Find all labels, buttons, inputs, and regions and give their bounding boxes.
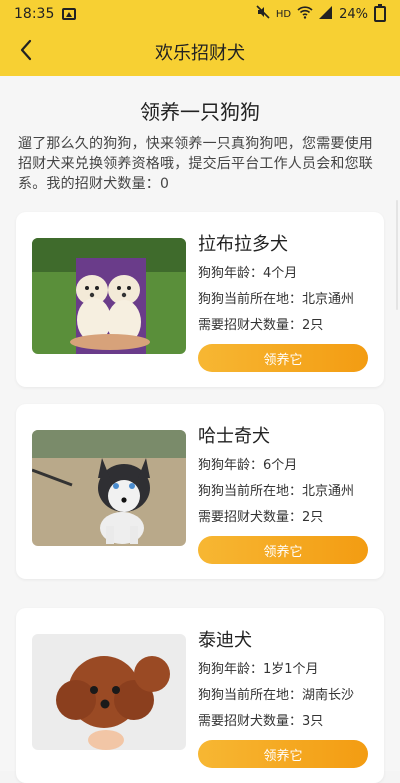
dog-location: 狗狗当前所在地：北京通州 xyxy=(198,292,355,307)
hd-label: HD xyxy=(275,8,292,20)
main-content[interactable]: 领养一只狗狗 遛了那么久的狗狗，快来领养一只真狗狗吧，您需要使用招财犬来兑换领养… xyxy=(0,76,400,783)
dog-required-count: 需要招财犬数量：2只 xyxy=(198,510,324,525)
dog-name: 拉布拉多犬 xyxy=(198,234,288,255)
mute-icon xyxy=(256,5,270,23)
dog-card-husky: 哈士奇犬 狗狗年龄：6个月 狗狗当前所在地：北京通州 需要招财犬数量：2只 领养… xyxy=(16,404,384,579)
nav-bar: 欢乐招财犬 xyxy=(0,28,400,76)
status-time: 18:35 xyxy=(14,6,55,22)
adopt-button-teddy[interactable]: 领养它 xyxy=(198,740,368,768)
dog-location: 狗狗当前所在地：湖南长沙 xyxy=(198,688,355,703)
dog-name: 哈士奇犬 xyxy=(198,426,270,447)
dog-name: 泰迪犬 xyxy=(198,630,252,651)
adopt-button-husky[interactable]: 领养它 xyxy=(198,536,368,564)
chevron-left-icon xyxy=(19,39,33,65)
intro-text: 遛了那么久的狗狗，快来领养一只真狗狗吧，您需要使用招财犬来兑换领养资格哦，提交后… xyxy=(18,136,373,192)
dog-photo-husky xyxy=(32,430,186,546)
status-left: 18:35 xyxy=(14,6,77,22)
status-bar: 18:35 HD 24% xyxy=(0,0,400,28)
section-heading: 领养一只狗狗 xyxy=(140,100,260,124)
dog-photo-labrador xyxy=(32,238,186,354)
wifi-icon xyxy=(297,5,313,23)
back-button[interactable] xyxy=(10,36,42,68)
battery-icon xyxy=(374,4,386,22)
dog-age: 狗狗年龄：4个月 xyxy=(198,266,298,281)
dog-location: 狗狗当前所在地：北京通州 xyxy=(198,484,355,499)
dog-required-count: 需要招财犬数量：3只 xyxy=(198,714,324,729)
dog-required-count: 需要招财犬数量：2只 xyxy=(198,318,324,333)
scroll-indicator xyxy=(396,200,398,310)
image-icon xyxy=(62,8,77,20)
dog-card-labrador: 拉布拉多犬 狗狗年龄：4个月 狗狗当前所在地：北京通州 需要招财犬数量：2只 领… xyxy=(16,212,384,387)
battery-percent: 24% xyxy=(339,6,368,22)
page-title: 欢乐招财犬 xyxy=(155,43,245,64)
signal-icon xyxy=(319,5,333,23)
dog-age: 狗狗年龄：6个月 xyxy=(198,458,298,473)
adopt-button-labrador[interactable]: 领养它 xyxy=(198,344,368,372)
dog-age: 狗狗年龄：1岁1个月 xyxy=(198,662,319,677)
dog-photo-teddy xyxy=(32,634,186,750)
dog-card-teddy: 泰迪犬 狗狗年龄：1岁1个月 狗狗当前所在地：湖南长沙 需要招财犬数量：3只 领… xyxy=(16,608,384,783)
status-right: HD 24% xyxy=(256,4,386,23)
